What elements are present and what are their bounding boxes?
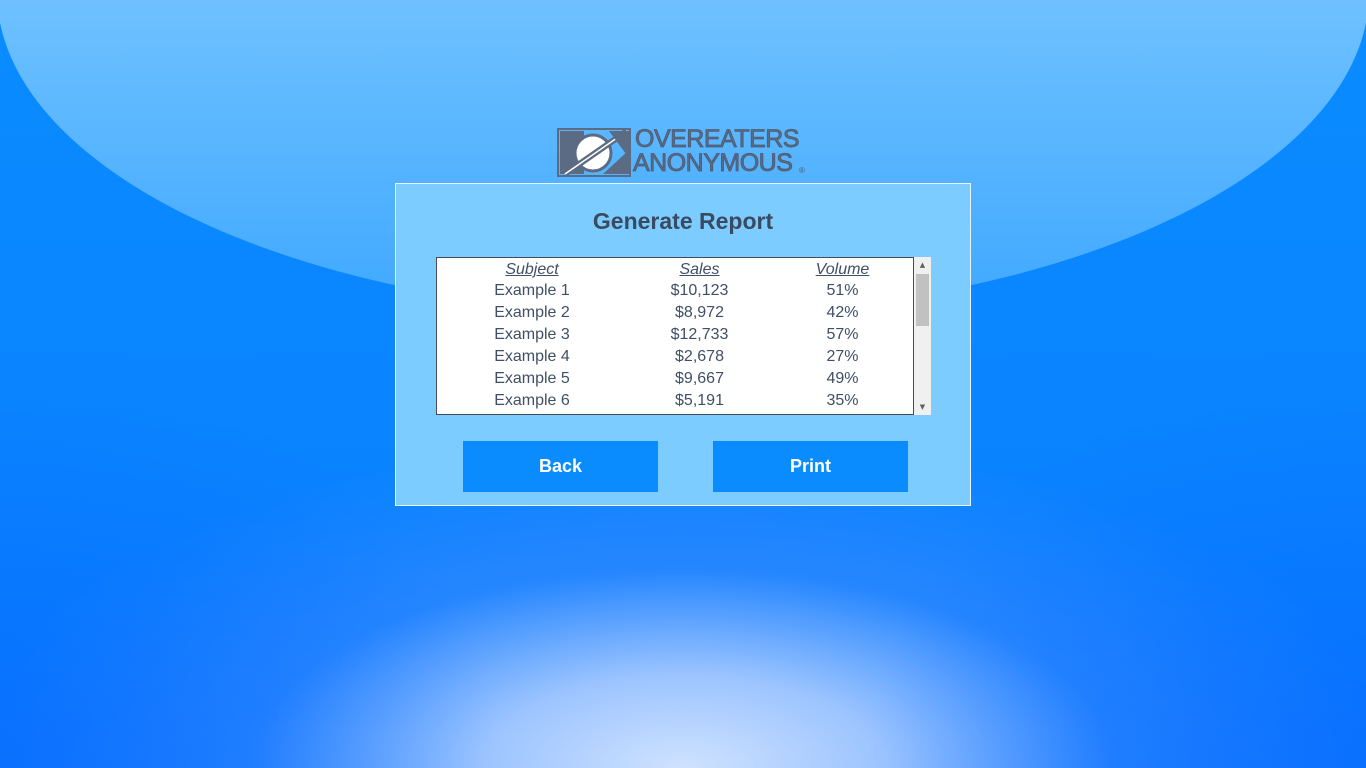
cell-volume: 27% <box>826 348 859 365</box>
table-row[interactable]: Example 5 $9,667 49% <box>437 368 913 390</box>
table-row[interactable]: Example 6 $5,191 35% <box>437 390 913 412</box>
logo-line-1: OVEREATERS <box>635 125 800 153</box>
oa-logo: OVEREATERS ANONYMOUS ® <box>557 125 809 179</box>
cell-volume: 49% <box>826 370 859 387</box>
column-header-sales: Sales <box>679 261 720 278</box>
report-panel: Generate Report Subject Sales Volume Exa… <box>395 183 971 506</box>
scroll-up-arrow-icon[interactable]: ▲ <box>914 257 931 273</box>
cell-subject: Example 4 <box>494 348 570 365</box>
report-scrollbar[interactable]: ▲ ▼ <box>914 257 931 415</box>
cell-sales: $9,667 <box>675 370 724 387</box>
cell-sales: $5,191 <box>675 392 724 409</box>
cell-subject: Example 5 <box>494 370 570 387</box>
cell-volume: 57% <box>826 326 859 343</box>
print-button[interactable]: Print <box>713 441 908 492</box>
cell-volume: 35% <box>826 392 859 409</box>
logo-line-2: ANONYMOUS <box>633 149 794 177</box>
report-list[interactable]: Subject Sales Volume Example 1 $10,123 5… <box>436 257 914 415</box>
registered-mark: ® <box>799 166 805 175</box>
table-row[interactable]: Example 4 $2,678 27% <box>437 346 913 368</box>
table-row[interactable]: Example 1 $10,123 51% <box>437 280 913 302</box>
scroll-thumb[interactable] <box>916 274 929 326</box>
cell-subject: Example 3 <box>494 326 570 343</box>
table-header-row: Subject Sales Volume <box>437 260 913 280</box>
cell-sales: $10,123 <box>670 282 729 299</box>
column-header-volume: Volume <box>815 261 870 278</box>
table-row[interactable]: Example 3 $12,733 57% <box>437 324 913 346</box>
cell-volume: 51% <box>826 282 859 299</box>
oa-logo-mark-icon <box>557 128 631 177</box>
cell-sales: $8,972 <box>675 304 724 321</box>
oa-logo-wordmark: OVEREATERS ANONYMOUS <box>633 125 800 177</box>
cell-subject: Example 1 <box>494 282 570 299</box>
scroll-down-arrow-icon[interactable]: ▼ <box>914 399 931 415</box>
cell-volume: 42% <box>826 304 859 321</box>
page-title: Generate Report <box>592 208 774 234</box>
column-header-subject: Subject <box>505 261 559 278</box>
table-row[interactable]: Example 2 $8,972 42% <box>437 302 913 324</box>
cell-subject: Example 6 <box>494 392 570 409</box>
report-table: Subject Sales Volume Example 1 $10,123 5… <box>437 260 913 412</box>
back-button[interactable]: Back <box>463 441 658 492</box>
cell-subject: Example 2 <box>494 304 570 321</box>
cell-sales: $2,678 <box>675 348 724 365</box>
cell-sales: $12,733 <box>670 326 729 343</box>
